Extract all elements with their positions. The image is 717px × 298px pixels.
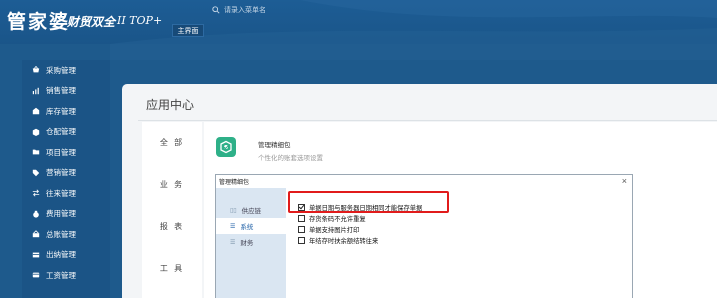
nav-item-system[interactable]: ☰ 系统 xyxy=(216,218,286,234)
search-placeholder[interactable]: 请录入菜单名 xyxy=(224,5,266,15)
close-icon[interactable]: × xyxy=(622,176,627,186)
sidebar-item[interactable]: 仓配管理 xyxy=(22,122,110,143)
header-wave-decoration xyxy=(0,0,717,60)
cash-icon xyxy=(32,252,40,258)
chart-icon xyxy=(32,87,39,94)
sidebar-item[interactable]: 采购管理 xyxy=(22,60,110,81)
sidebar-item[interactable]: 费用管理 xyxy=(22,204,110,225)
sidebar-item[interactable]: 工资管理 xyxy=(22,265,110,286)
option-label: 单据日期与服务器日期相同才能保存单据 xyxy=(309,205,423,212)
nav-item-label: 供应链 xyxy=(241,208,262,215)
menu-search[interactable]: 请录入菜单名 xyxy=(212,5,266,15)
transfer-icon xyxy=(32,189,40,197)
sidebar-item-label: 工资管理 xyxy=(46,270,76,280)
option-barcode-unique[interactable]: 存货条码不允许重复 xyxy=(298,213,422,224)
sidebar-item-label: 营销管理 xyxy=(46,168,76,178)
card-icon xyxy=(32,272,40,278)
search-icon xyxy=(212,6,220,14)
sidebar-item[interactable]: 库存管理 xyxy=(22,101,110,122)
nav-item-finance[interactable]: ☰ 财务 xyxy=(216,234,286,250)
settings-dialog: 管理精细包 × ▯▯ 供应链 ☰ 系统 ☰ 财务 单据日期与服务器日期相同才能保… xyxy=(215,174,633,298)
category-tools[interactable]: 工 具 xyxy=(142,248,202,290)
category-list: 全 部 业 务 报 表 工 具 xyxy=(142,122,202,298)
app-header: 管家婆 财贸双全 II TOP+ 请录入菜单名 主界面 xyxy=(0,0,717,60)
dialog-nav: ▯▯ 供应链 ☰ 系统 ☰ 财务 xyxy=(216,188,286,298)
box-icon xyxy=(32,128,40,136)
nav-item-label: 系统 xyxy=(240,224,254,231)
option-label: 存货条码不允许重复 xyxy=(309,216,366,223)
category-report[interactable]: 报 表 xyxy=(142,206,202,248)
category-all[interactable]: 全 部 xyxy=(142,122,202,164)
sidebar-item-label: 项目管理 xyxy=(46,147,76,157)
option-label: 单据支持图片打印 xyxy=(309,227,360,234)
bar-chart-icon: ▯▯ xyxy=(230,207,237,214)
sidebar-item-label: 销售管理 xyxy=(46,86,76,96)
checkbox[interactable] xyxy=(298,226,305,233)
app-name[interactable]: 管理精细包 xyxy=(258,139,291,149)
list-icon: ☰ xyxy=(230,239,236,246)
app-logo: 管家婆 xyxy=(7,11,71,33)
nav-item-supply-chain[interactable]: ▯▯ 供应链 xyxy=(216,202,286,218)
app-description: 个性化的账套选项设置 xyxy=(258,155,323,162)
checkbox[interactable] xyxy=(298,237,305,244)
tab-main[interactable]: 主界面 xyxy=(172,24,204,37)
checkbox-checked[interactable] xyxy=(298,204,305,211)
checkbox[interactable] xyxy=(298,215,305,222)
basket-icon xyxy=(32,66,40,73)
dialog-title: 管理精细包 xyxy=(219,180,250,186)
option-label: 年结存时扶余额结转往来 xyxy=(309,238,379,245)
sidebar-item-label: 往来管理 xyxy=(46,188,76,198)
app-logo-subtitle: 财贸双全 xyxy=(67,15,116,29)
sidebar-item[interactable]: 营销管理 xyxy=(22,163,110,184)
sidebar-item-label: 费用管理 xyxy=(46,209,76,219)
app-logo-edition: II TOP+ xyxy=(117,14,163,27)
sidebar-item-label: 库存管理 xyxy=(46,106,76,116)
category-business[interactable]: 业 务 xyxy=(142,164,202,206)
warehouse-icon xyxy=(32,108,40,115)
folder-icon xyxy=(32,149,40,155)
money-bag-icon xyxy=(33,210,39,218)
option-image-print[interactable]: 单据支持图片打印 xyxy=(298,224,422,235)
option-list: 单据日期与服务器日期相同才能保存单据 存货条码不允许重复 单据支持图片打印 年结… xyxy=(298,202,422,246)
option-date-check[interactable]: 单据日期与服务器日期相同才能保存单据 xyxy=(298,202,422,213)
sidebar-item-label: 采购管理 xyxy=(46,65,76,75)
gear-box-icon[interactable] xyxy=(216,137,236,157)
sidebar-item-label: 总账管理 xyxy=(46,229,76,239)
list-icon: ☰ xyxy=(230,223,236,230)
sidebar-item-label: 仓配管理 xyxy=(46,127,76,137)
nav-item-label: 财务 xyxy=(240,240,254,247)
sidebar-item[interactable]: 总账管理 xyxy=(22,224,110,245)
sidebar-item[interactable]: 销售管理 xyxy=(22,81,110,102)
sidebar: 采购管理销售管理库存管理仓配管理项目管理营销管理往来管理费用管理总账管理出纳管理… xyxy=(22,60,110,298)
page-title: 应用中心 xyxy=(146,98,195,112)
title-divider xyxy=(138,120,717,121)
sidebar-item[interactable]: 出纳管理 xyxy=(22,245,110,266)
tag-icon xyxy=(32,169,40,176)
sidebar-item-label: 出纳管理 xyxy=(46,250,76,260)
ledger-icon xyxy=(32,230,40,238)
sidebar-item[interactable]: 项目管理 xyxy=(22,142,110,163)
option-year-end-carry[interactable]: 年结存时扶余额结转往来 xyxy=(298,235,422,246)
sidebar-item[interactable]: 往来管理 xyxy=(22,183,110,204)
